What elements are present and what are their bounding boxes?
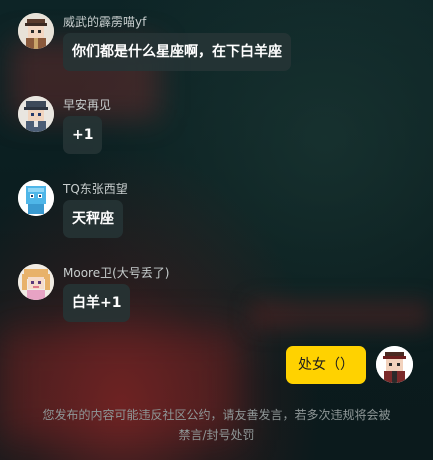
notice-line: 您发布的内容可能违反社区公约，请友善发言，若多次违规将会被	[42, 408, 391, 422]
sender-name: TQ东张西望	[63, 182, 128, 196]
message-bubble[interactable]: 天秤座	[63, 200, 123, 238]
avatar-icon	[18, 96, 54, 132]
notice-line: 禁言/封号处罚	[178, 428, 255, 442]
message-bubble[interactable]: 你们都是什么星座啊，在下白羊座	[63, 33, 291, 71]
background-blur	[250, 300, 430, 330]
message-bubble[interactable]: +1	[63, 116, 103, 154]
moderation-notice: 您发布的内容可能违反社区公约，请友善发言，若多次违规将会被 禁言/封号处罚	[0, 405, 433, 445]
sender-name: Moore卫(大号丢了)	[63, 266, 170, 280]
self-avatar[interactable]	[376, 346, 413, 383]
self-message-bubble[interactable]: 处女（）	[286, 346, 366, 384]
avatar-icon	[376, 346, 413, 383]
avatar-icon	[18, 180, 54, 216]
sender-name: 威武的霹雳喵yf	[63, 15, 147, 29]
avatar[interactable]	[18, 180, 54, 216]
avatar[interactable]	[18, 96, 54, 132]
message-bubble[interactable]: 白羊+1	[63, 284, 131, 322]
avatar-icon	[18, 264, 54, 300]
avatar-icon	[18, 13, 54, 49]
avatar[interactable]	[18, 264, 54, 300]
avatar[interactable]	[18, 13, 54, 49]
sender-name: 早安再见	[63, 98, 112, 112]
